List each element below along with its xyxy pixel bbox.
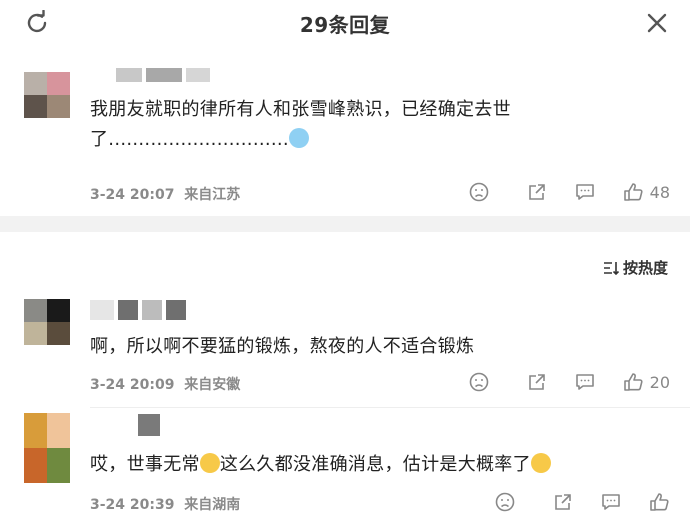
dislike-button[interactable] <box>468 181 490 203</box>
dislike-face-icon <box>469 182 488 202</box>
like-button[interactable]: 48 <box>622 181 670 203</box>
comment-icon <box>575 184 594 200</box>
reply-button[interactable] <box>574 181 596 203</box>
eye-roll-emoji-icon <box>199 453 220 473</box>
like-count: 48 <box>649 182 670 202</box>
eye-roll-emoji-icon <box>530 453 551 473</box>
like-button[interactable] <box>648 491 670 513</box>
comment-text: 我朋友就职的律所有人和张雪峰熟识，已经确定去世了................… <box>90 99 511 150</box>
thumbs-up-icon <box>623 183 643 201</box>
page-title: 29条回复 <box>299 13 391 37</box>
sort-toggle[interactable]: 按热度 <box>602 257 668 278</box>
dislike-button[interactable] <box>468 371 490 393</box>
share-button[interactable] <box>526 371 548 393</box>
comment-meta: 3-24 20:39 来自湖南 <box>90 494 240 514</box>
comment-location: 来自安徽 <box>184 377 241 393</box>
share-icon <box>555 494 571 510</box>
comment-location: 来自江苏 <box>184 187 241 203</box>
sort-label: 按热度 <box>622 259 668 277</box>
comment-meta: 3-24 20:09 来自安徽 <box>90 374 240 394</box>
comment-actions: 20 <box>468 371 670 393</box>
comment-time: 3-24 20:39 <box>90 497 175 513</box>
comment-location: 来自湖南 <box>184 497 241 513</box>
comment-meta: 3-24 20:07 来自江苏 <box>90 184 240 204</box>
like-count: 20 <box>649 372 670 392</box>
dislike-button[interactable] <box>494 491 516 513</box>
username-redacted[interactable] <box>90 300 186 320</box>
crying-emoji-icon <box>288 128 309 148</box>
comment-icon <box>602 494 620 510</box>
dislike-face-icon <box>469 372 488 392</box>
dislike-face-icon <box>495 492 515 512</box>
comment-text: 哎，世事无常 这么久都没准确消息，估计是大概率了 <box>90 450 650 480</box>
username-redacted[interactable] <box>116 68 210 82</box>
comment-time: 3-24 20:09 <box>90 377 175 393</box>
comment-actions <box>494 491 670 513</box>
comment-text: 啊，所以啊不要猛的锻炼，熬夜的人不适合锻炼 <box>90 336 475 357</box>
like-button[interactable]: 20 <box>622 371 670 393</box>
close-icon[interactable] <box>644 10 670 36</box>
sort-icon <box>603 261 620 275</box>
thumbs-up-icon <box>650 493 669 511</box>
reply-button[interactable] <box>600 491 622 513</box>
comment-time: 3-24 20:07 <box>90 187 175 203</box>
comment-actions: 48 <box>468 181 670 203</box>
share-button[interactable] <box>552 491 574 513</box>
username-redacted[interactable] <box>138 414 160 436</box>
avatar[interactable] <box>24 299 70 345</box>
share-icon <box>528 374 545 390</box>
section-separator <box>0 216 690 232</box>
share-icon <box>528 184 545 200</box>
avatar[interactable] <box>24 72 70 118</box>
thumbs-up-icon <box>623 373 643 391</box>
avatar[interactable] <box>24 413 70 483</box>
comment-icon <box>575 374 594 390</box>
reply-button[interactable] <box>574 371 596 393</box>
comment-divider <box>90 407 690 408</box>
share-button[interactable] <box>526 181 548 203</box>
header-bar: 29条回复 <box>0 0 690 50</box>
